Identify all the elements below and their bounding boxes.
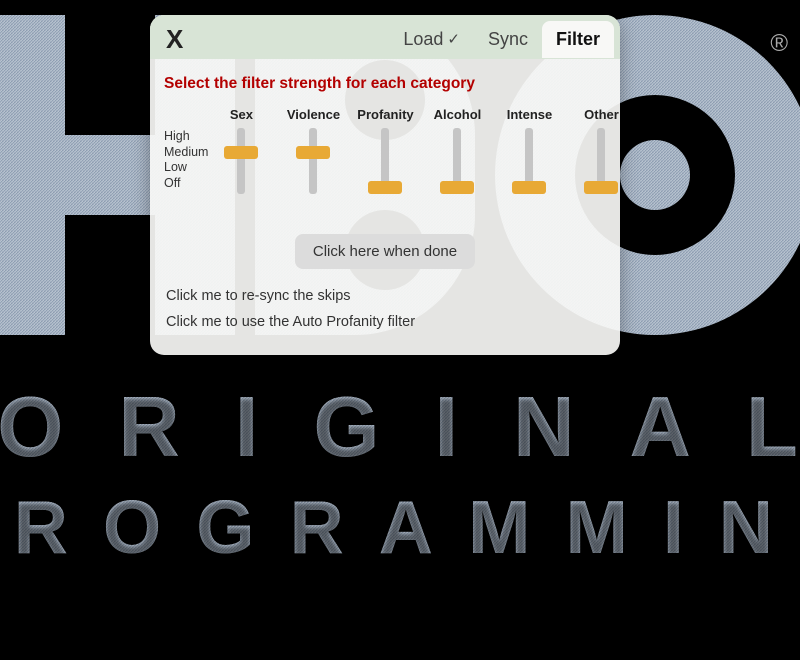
subtitle-char: M: [565, 490, 632, 565]
slider-thumb[interactable]: [584, 181, 618, 194]
level-label: High: [164, 129, 208, 145]
subtitle-char: O: [103, 490, 166, 565]
slider-thumb[interactable]: [440, 181, 474, 194]
slider-track[interactable]: [381, 128, 389, 194]
panel-body: Select the filter strength for each cate…: [150, 59, 620, 341]
tab-filter[interactable]: Filter: [542, 21, 614, 58]
category-label: Violence: [287, 107, 340, 122]
category-label: Sex: [230, 107, 253, 122]
slider-track[interactable]: [453, 128, 461, 194]
level-label: Medium: [164, 145, 208, 161]
slider-track[interactable]: [237, 128, 245, 194]
subtitle-char: N: [719, 490, 778, 565]
tab-label: Load: [403, 29, 443, 50]
subtitle-line-2: PROGRAMMING: [0, 490, 800, 565]
tab-label: Filter: [556, 29, 600, 50]
subtitle-char: A: [629, 385, 695, 470]
tab-sync[interactable]: Sync: [474, 21, 542, 58]
subtitle-char: I: [235, 385, 264, 470]
auto-profanity-link[interactable]: Click me to use the Auto Profanity filte…: [164, 309, 606, 335]
slider-track[interactable]: [597, 128, 605, 194]
level-labels: HighMediumLowOff: [164, 107, 208, 192]
filter-panel: X Load✓ Sync Filter Select the filter stre…: [150, 15, 620, 355]
subtitle-char: R: [118, 385, 184, 470]
category-label: Profanity: [357, 107, 413, 122]
subtitle-char: N: [513, 385, 579, 470]
subtitle-line-1: ORIGINAL: [0, 385, 800, 470]
category-label: Other: [584, 107, 619, 122]
close-button[interactable]: X: [160, 24, 189, 55]
slider-profanity: Profanity: [356, 107, 414, 194]
tab-load[interactable]: Load✓: [389, 21, 474, 58]
subtitle: ORIGINAL PROGRAMMING: [0, 385, 800, 565]
filter-area: HighMediumLowOff Sex Violence Profanity Alc…: [164, 107, 606, 194]
slider-violence: Violence: [284, 107, 342, 194]
slider-track[interactable]: [309, 128, 317, 194]
instruction-text: Select the filter strength for each cate…: [164, 75, 606, 93]
checkmark-icon: ✓: [447, 30, 460, 48]
registered-mark: ®: [770, 30, 788, 58]
done-button[interactable]: Click here when done: [295, 234, 475, 269]
category-label: Alcohol: [434, 107, 482, 122]
slider-sex: Sex: [212, 107, 270, 194]
subtitle-char: G: [196, 490, 259, 565]
tab-bar: X Load✓ Sync Filter: [150, 15, 620, 59]
slider-thumb[interactable]: [224, 146, 258, 159]
level-label: Low: [164, 160, 208, 176]
sliders-row: Sex Violence Profanity Alcohol Intense Other: [212, 107, 630, 194]
subtitle-char: R: [14, 490, 73, 565]
subtitle-char: G: [313, 385, 384, 470]
tab-label: Sync: [488, 29, 528, 50]
level-label: Off: [164, 176, 208, 192]
slider-thumb[interactable]: [368, 181, 402, 194]
resync-link[interactable]: Click me to re-sync the skips: [164, 283, 606, 309]
subtitle-char: R: [290, 490, 349, 565]
slider-track[interactable]: [525, 128, 533, 194]
category-label: Intense: [507, 107, 553, 122]
subtitle-char: I: [663, 490, 689, 565]
slider-other: Other: [572, 107, 630, 194]
subtitle-char: L: [746, 385, 800, 470]
slider-intense: Intense: [500, 107, 558, 194]
slider-alcohol: Alcohol: [428, 107, 486, 194]
slider-thumb[interactable]: [512, 181, 546, 194]
slider-thumb[interactable]: [296, 146, 330, 159]
subtitle-char: O: [0, 385, 68, 470]
subtitle-char: M: [468, 490, 535, 565]
subtitle-char: I: [434, 385, 463, 470]
subtitle-char: A: [379, 490, 438, 565]
